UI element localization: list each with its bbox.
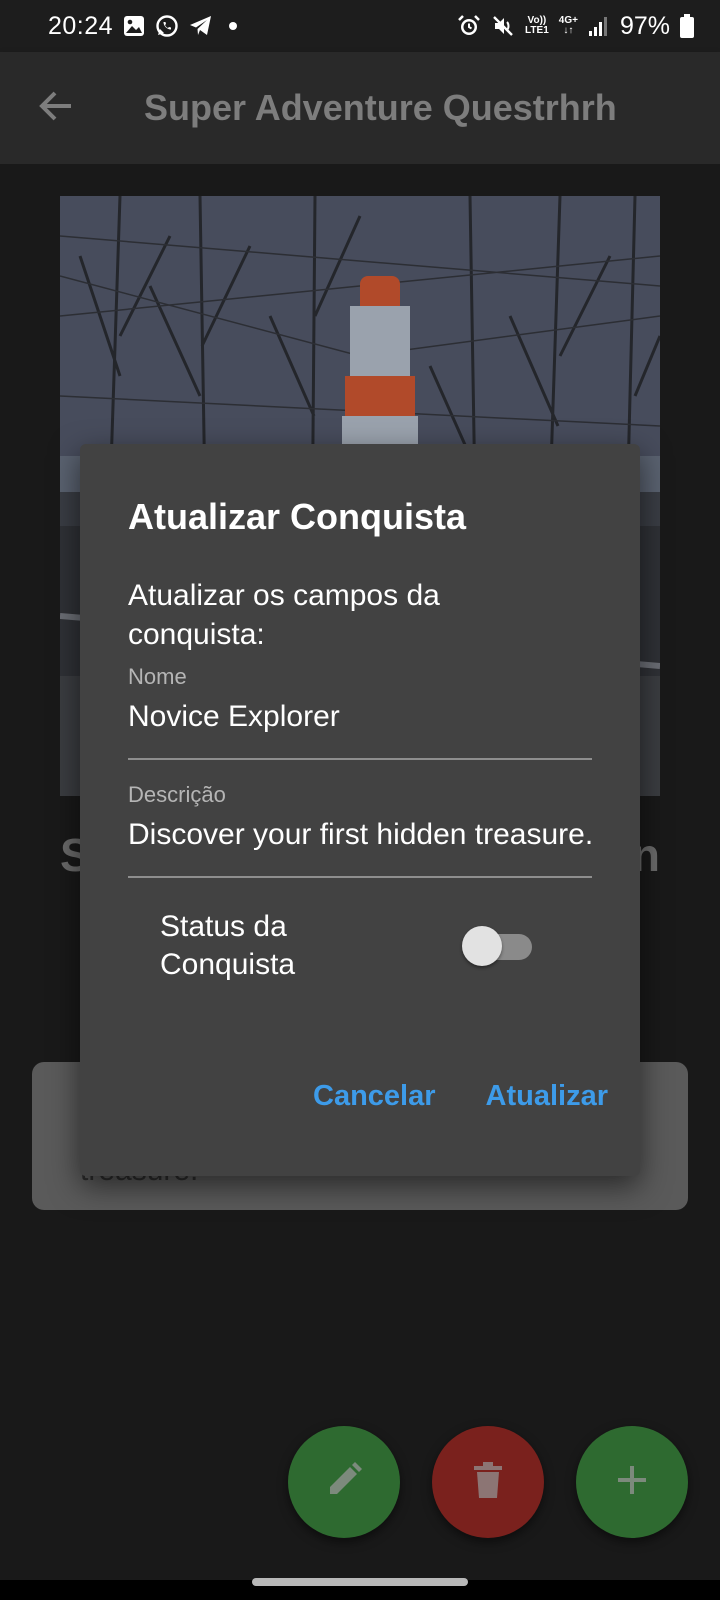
description-field-label: Descrição: [128, 782, 226, 807]
update-achievement-dialog: Atualizar Conquista Atualizar os campos …: [80, 444, 640, 1176]
pencil-icon: [324, 1460, 364, 1505]
trash-icon: [470, 1460, 506, 1505]
cancel-button[interactable]: Cancelar: [313, 1080, 436, 1113]
edit-button[interactable]: [288, 1426, 400, 1538]
add-button[interactable]: [576, 1426, 688, 1538]
status-toggle[interactable]: [462, 926, 536, 966]
plus-icon: [614, 1462, 650, 1503]
dialog-actions: Cancelar Atualizar: [313, 1080, 608, 1113]
description-input[interactable]: Discover your first hidden treasure.: [128, 818, 592, 878]
delete-button[interactable]: [432, 1426, 544, 1538]
status-toggle-thumb: [462, 926, 502, 966]
screen: 20:24 Vo)) LTE1 4G+ ↓↑ 97% Super Adventu…: [0, 0, 720, 1600]
name-field[interactable]: Nome Novice Explorer: [128, 664, 592, 760]
update-button[interactable]: Atualizar: [486, 1080, 608, 1113]
description-field[interactable]: Descrição Discover your first hidden tre…: [128, 782, 592, 878]
dialog-subtitle: Atualizar os campos da conquista:: [128, 579, 440, 651]
name-input[interactable]: Novice Explorer: [128, 700, 592, 760]
name-field-label: Nome: [128, 664, 187, 689]
dialog-title: Atualizar Conquista: [128, 496, 467, 537]
status-row: Status da Conquista: [160, 908, 536, 984]
status-label: Status da Conquista: [160, 910, 296, 981]
home-gesture-handle[interactable]: [252, 1578, 468, 1586]
